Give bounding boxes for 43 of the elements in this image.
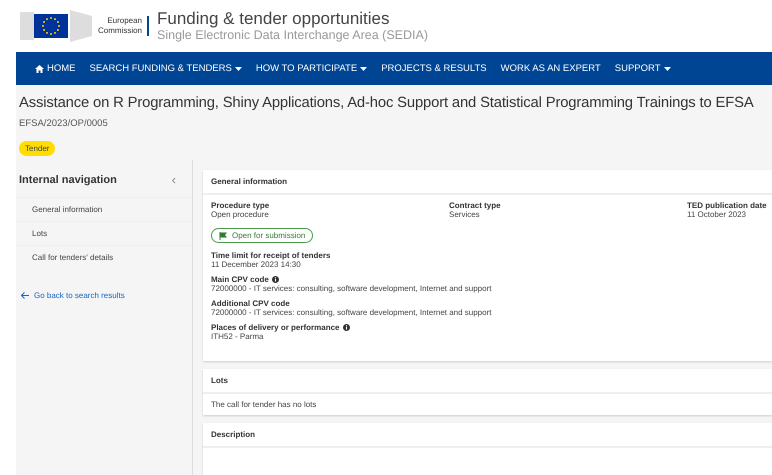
type-badge: Tender (19, 141, 56, 156)
site-title: Funding & tender opportunities (157, 9, 391, 28)
field-value: ITH52 - Parma (211, 332, 264, 341)
sidebar-item[interactable]: General information (16, 197, 192, 221)
field-label: Procedure type (211, 201, 270, 210)
field-value: 72000000 - IT services: consulting, software development, Internet and support (211, 284, 492, 293)
card-title: Description (203, 423, 772, 448)
nav-link[interactable]: HOW TO PARTICIPATE (248, 52, 374, 85)
sidebar-item[interactable]: Call for tenders' details (16, 245, 192, 269)
home-icon (35, 64, 44, 72)
card-title: Lots (203, 369, 772, 394)
back-link[interactable]: Go back to search results (16, 269, 192, 322)
field-label: Contract type (449, 201, 502, 210)
field-value: 11 October 2023 (687, 210, 748, 219)
page-title: Assistance on R Programming, Shiny Applications, Ad-hoc Support and Statistical Programming Trainings to EFSA (18, 94, 755, 111)
field-label: TED publication date (687, 201, 767, 210)
info-icon[interactable] (342, 324, 350, 331)
lots-text: The call for tender has no lots (210, 399, 318, 411)
field-value: 72000000 - IT services: consulting, software development, Internet and support (211, 308, 492, 317)
org-name: European (106, 16, 142, 26)
field-label: Time limit for receipt of tenders (211, 251, 332, 260)
field-label: Additional CPV code (211, 299, 291, 308)
nav-link[interactable]: SUPPORT (608, 52, 678, 85)
info-icon[interactable] (272, 276, 279, 283)
org-name: Commission (98, 26, 142, 36)
eu-flag-logo (20, 8, 92, 44)
field-label: Places of delivery or performance (211, 323, 764, 332)
nav-link[interactable]: WORK AS AN EXPERT (494, 52, 608, 85)
left-arrow-icon (21, 292, 29, 299)
nav-link[interactable]: HOME (28, 52, 82, 85)
site-subtitle: Single Electronic Data Interchange Area (SEDIA) (157, 28, 428, 43)
field-value: Services (449, 210, 481, 219)
field-value: 11 December 2023 14:30 (211, 260, 302, 269)
sidebar-title: Internal navigation (19, 174, 117, 186)
nav-link[interactable]: PROJECTS & RESULTS (374, 52, 494, 85)
field-label: Main CPV code (211, 275, 764, 284)
card-title: General information (203, 170, 772, 195)
nav-link[interactable]: SEARCH FUNDING & TENDERS (82, 52, 249, 85)
field-value: Open procedure (211, 210, 270, 219)
sidebar-item[interactable]: Lots (16, 221, 192, 245)
status-badge: Open for submission (211, 228, 314, 243)
flag-icon (219, 232, 227, 240)
reference-number: EFSA/2023/OP/0005 (18, 117, 109, 129)
